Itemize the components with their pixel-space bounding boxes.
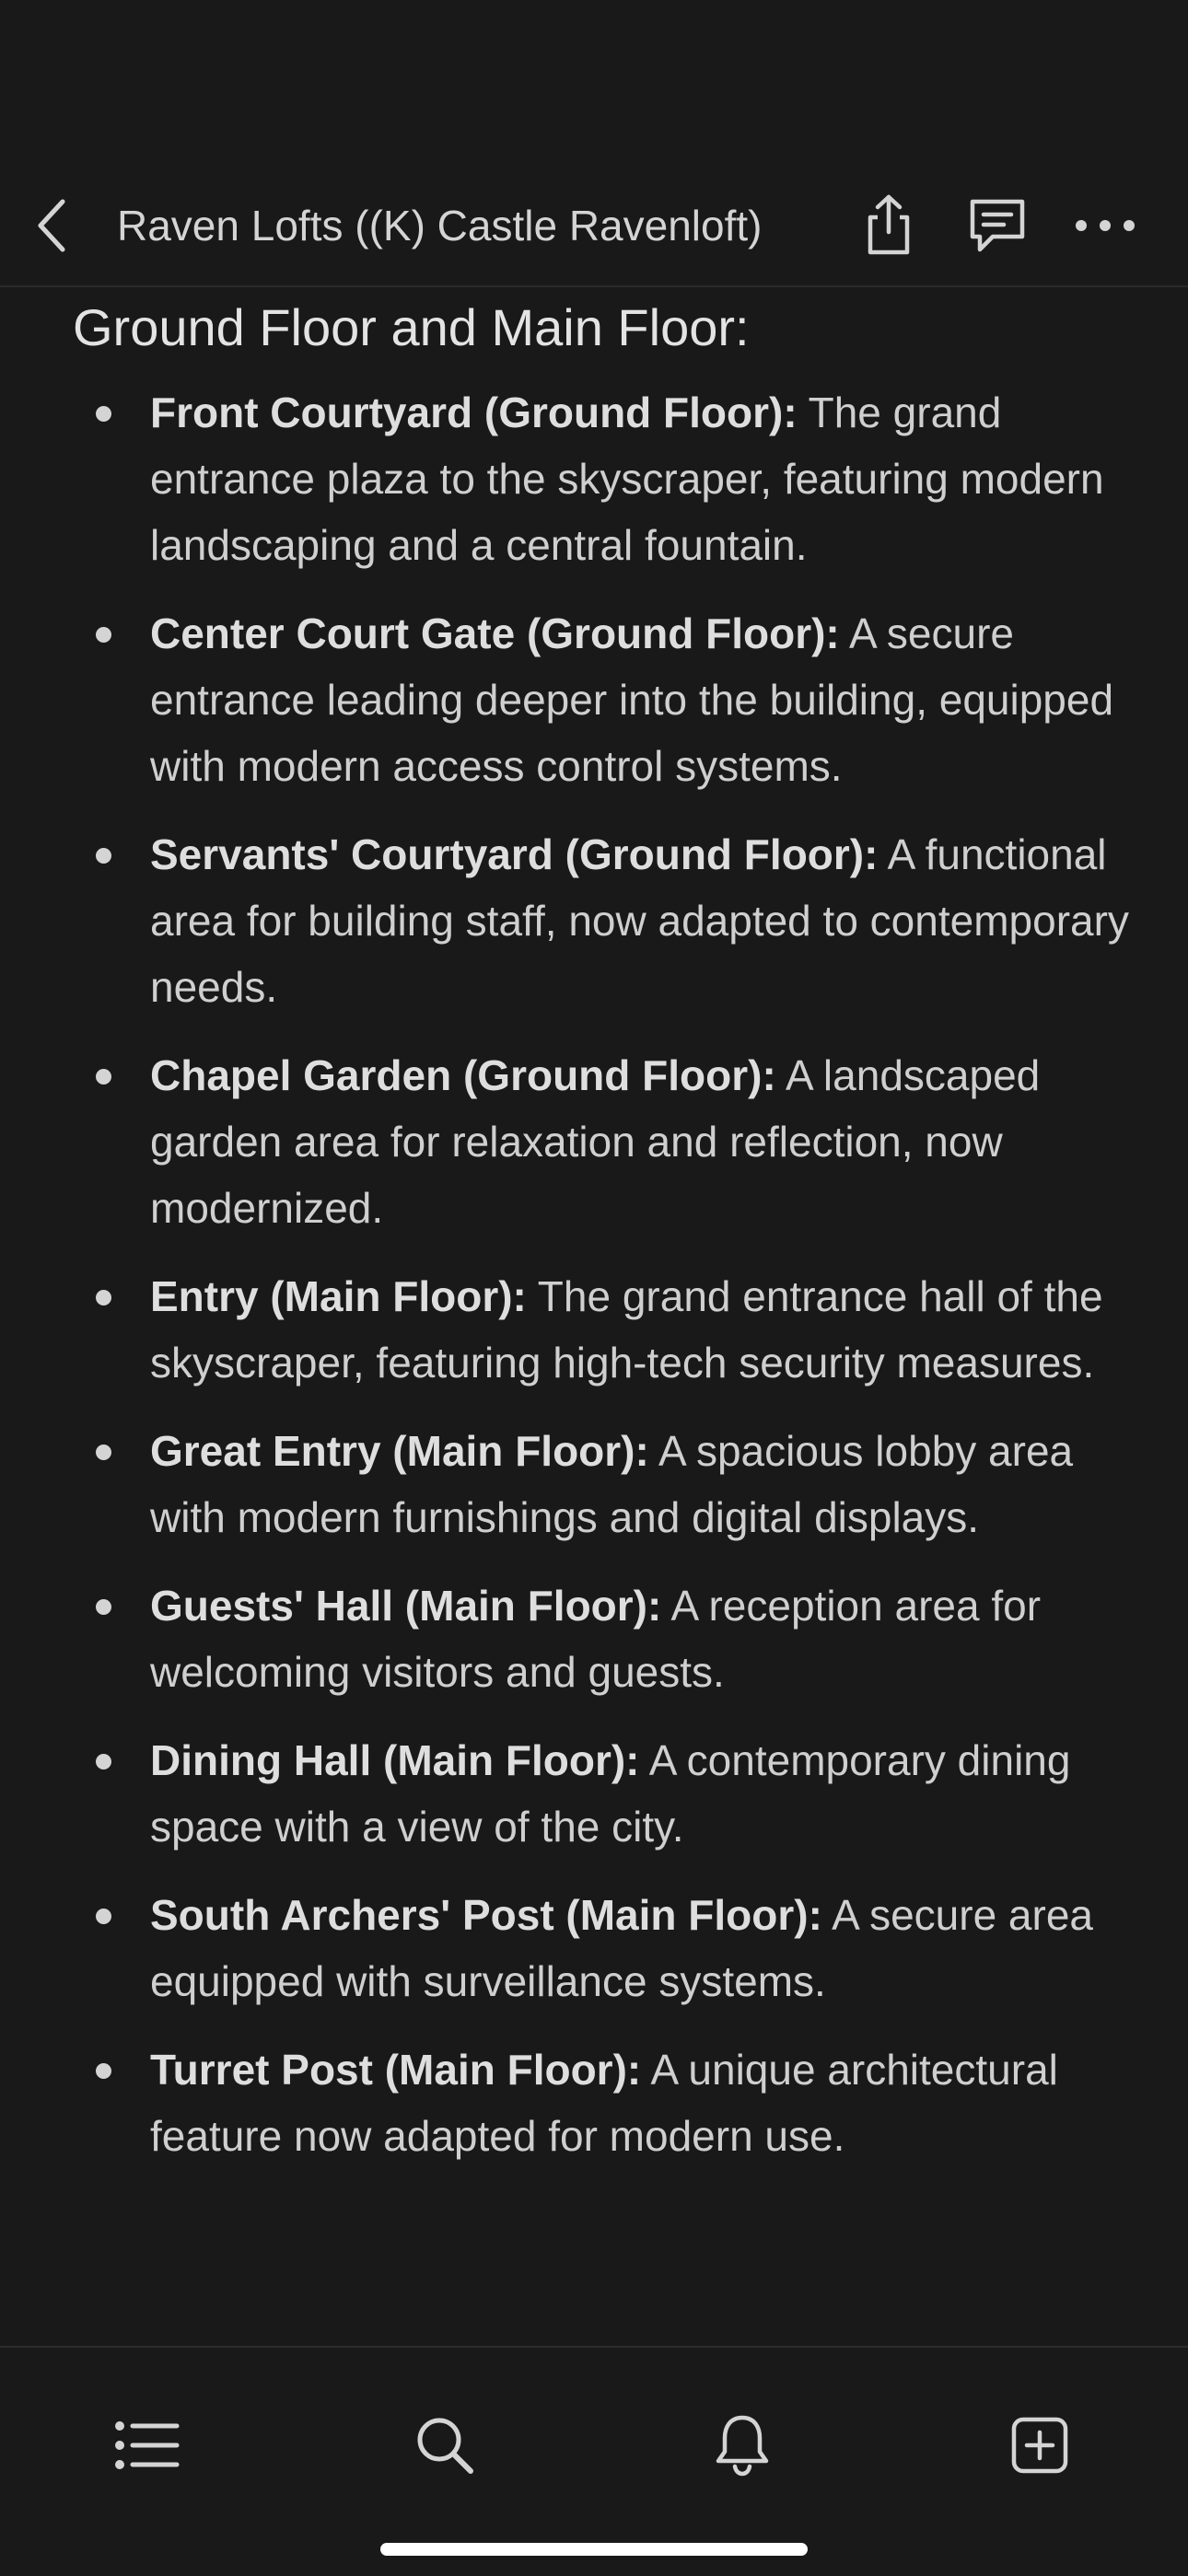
item-name: Front Courtyard (Ground Floor):	[150, 389, 798, 436]
item-name: Chapel Garden (Ground Floor):	[150, 1051, 776, 1099]
list-item[interactable]: Entry (Main Floor): The grand entrance h…	[0, 1263, 1188, 1396]
new-page-icon	[1011, 2417, 1068, 2474]
area-list: Front Courtyard (Ground Floor): The gran…	[0, 379, 1188, 2191]
back-button[interactable]	[26, 193, 77, 258]
list-item[interactable]: South Archers' Post (Main Floor): A secu…	[0, 1882, 1188, 2014]
bullet-icon	[96, 848, 111, 864]
list-icon	[115, 2421, 180, 2469]
tab-list[interactable]	[101, 2399, 193, 2491]
item-name: Guests' Hall (Main Floor):	[150, 1582, 662, 1630]
page-title[interactable]: Raven Lofts ((K) Castle Ravenloft)	[117, 196, 817, 255]
section-heading[interactable]: Ground Floor and Main Floor:	[73, 291, 750, 365]
item-name: Entry (Main Floor):	[150, 1272, 527, 1320]
bullet-icon	[96, 1290, 111, 1305]
item-name: Center Court Gate (Ground Floor):	[150, 609, 840, 657]
tab-new-page[interactable]	[994, 2399, 1086, 2491]
comment-icon	[970, 199, 1025, 252]
list-item[interactable]: Center Court Gate (Ground Floor): A secu…	[0, 600, 1188, 799]
more-options-button[interactable]	[1064, 184, 1147, 267]
bottom-tab-bar	[0, 2346, 1188, 2576]
item-name: South Archers' Post (Main Floor):	[150, 1891, 822, 1939]
bullet-icon	[96, 627, 111, 643]
comments-button[interactable]	[956, 184, 1039, 267]
bullet-icon	[96, 1599, 111, 1615]
bullet-icon	[96, 1909, 111, 1924]
bullet-icon	[96, 1754, 111, 1770]
more-horizontal-icon	[1076, 220, 1135, 231]
tab-notifications[interactable]	[696, 2399, 788, 2491]
bullet-icon	[96, 406, 111, 422]
list-item[interactable]: Turret Post (Main Floor): A unique archi…	[0, 2036, 1188, 2169]
item-name: Great Entry (Main Floor):	[150, 1427, 649, 1475]
page-content[interactable]: Ground Floor and Main Floor: Front Court…	[0, 287, 1188, 2346]
item-name: Turret Post (Main Floor):	[150, 2046, 642, 2094]
tab-search[interactable]	[399, 2399, 491, 2491]
bullet-icon	[96, 2063, 111, 2079]
bell-icon	[716, 2415, 769, 2477]
share-button[interactable]	[847, 184, 930, 267]
list-item[interactable]: Great Entry (Main Floor): A spacious lob…	[0, 1418, 1188, 1550]
bullet-icon	[96, 1069, 111, 1085]
list-item[interactable]: Front Courtyard (Ground Floor): The gran…	[0, 379, 1188, 578]
navigation-bar: Raven Lofts ((K) Castle Ravenloft)	[0, 166, 1188, 287]
home-indicator	[380, 2543, 808, 2556]
search-icon	[417, 2418, 473, 2474]
list-item[interactable]: Dining Hall (Main Floor): A contemporary…	[0, 1727, 1188, 1860]
status-bar	[0, 0, 1188, 166]
share-icon	[868, 194, 910, 255]
item-name: Servants' Courtyard (Ground Floor):	[150, 830, 879, 878]
list-item[interactable]: Servants' Courtyard (Ground Floor): A fu…	[0, 821, 1188, 1020]
item-name: Dining Hall (Main Floor):	[150, 1736, 640, 1784]
bullet-icon	[96, 1445, 111, 1460]
chevron-left-icon	[38, 199, 65, 252]
list-item[interactable]: Chapel Garden (Ground Floor): A landscap…	[0, 1042, 1188, 1241]
list-item[interactable]: Guests' Hall (Main Floor): A reception a…	[0, 1572, 1188, 1705]
